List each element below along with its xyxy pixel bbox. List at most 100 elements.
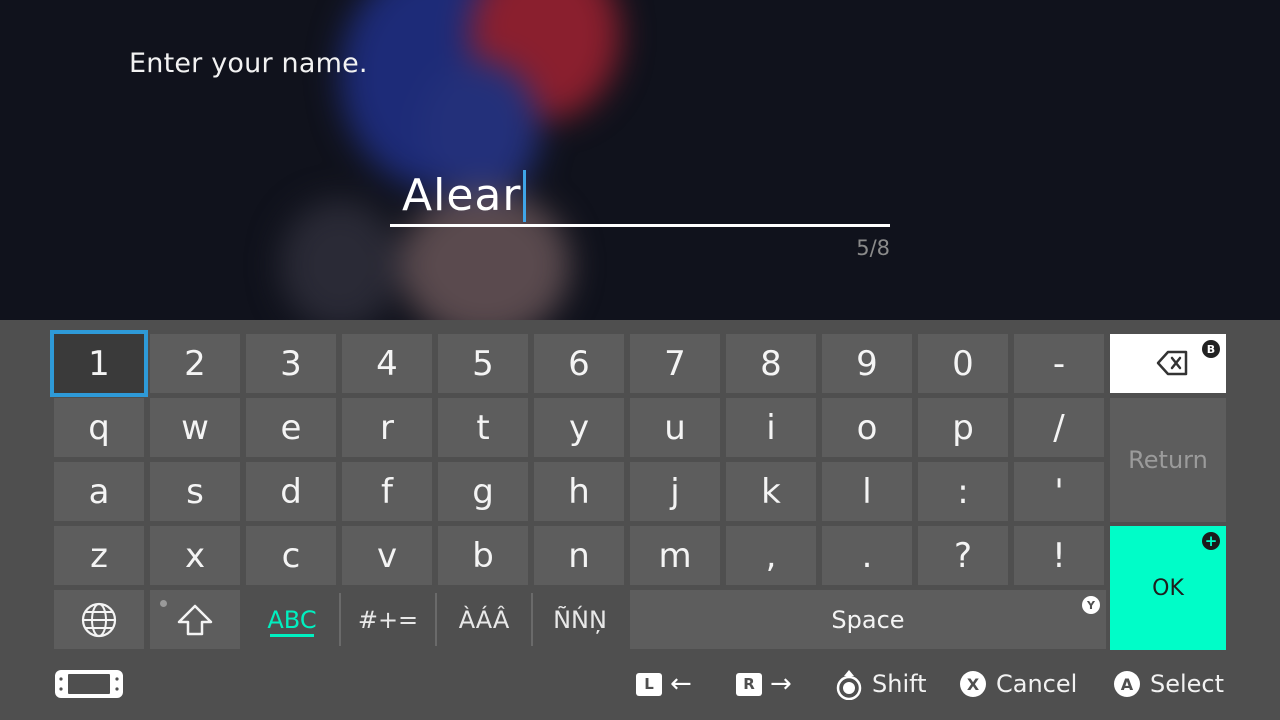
- key-a-10[interactable]: ': [1014, 462, 1104, 521]
- key-a-2[interactable]: d: [246, 462, 336, 521]
- arrow-left-icon: ←: [670, 669, 692, 699]
- space-key[interactable]: Space Y: [630, 590, 1106, 649]
- key-a-6[interactable]: j: [630, 462, 720, 521]
- key-z-9[interactable]: ?: [918, 526, 1008, 585]
- handheld-mode-indicator: [54, 668, 124, 700]
- key-label: ': [1054, 471, 1064, 512]
- key-numbers-6[interactable]: 7: [630, 334, 720, 393]
- key-z-6[interactable]: m: [630, 526, 720, 585]
- key-numbers-9[interactable]: 0: [918, 334, 1008, 393]
- key-a-8[interactable]: l: [822, 462, 912, 521]
- key-q-7[interactable]: i: [726, 398, 816, 457]
- key-label: o: [856, 407, 878, 448]
- mode-accents2-tab[interactable]: ÑŃŅ: [534, 590, 626, 649]
- key-q-4[interactable]: t: [438, 398, 528, 457]
- key-q-8[interactable]: o: [822, 398, 912, 457]
- key-label: n: [568, 535, 590, 576]
- key-label: 5: [472, 343, 494, 384]
- key-a-0[interactable]: a: [54, 462, 144, 521]
- b-button-badge: B: [1202, 340, 1220, 358]
- key-q-3[interactable]: r: [342, 398, 432, 457]
- key-z-1[interactable]: x: [150, 526, 240, 585]
- key-label: t: [476, 407, 490, 448]
- name-prompt: Enter your name.: [129, 48, 368, 79]
- cancel-hint-label: Cancel: [996, 670, 1078, 698]
- hint-shift: Shift: [834, 668, 927, 700]
- key-numbers-4[interactable]: 5: [438, 334, 528, 393]
- key-label: y: [568, 407, 590, 448]
- key-numbers-1[interactable]: 2: [150, 334, 240, 393]
- mode-accents-tab[interactable]: ÀÁÂ: [438, 590, 530, 649]
- return-label: Return: [1128, 446, 1208, 474]
- key-numbers-3[interactable]: 4: [342, 334, 432, 393]
- language-key[interactable]: [54, 590, 144, 649]
- key-numbers-7[interactable]: 8: [726, 334, 816, 393]
- background-scene: Enter your name. Alear 5/8: [0, 0, 1280, 320]
- ok-key[interactable]: OK +: [1110, 526, 1226, 650]
- key-a-3[interactable]: f: [342, 462, 432, 521]
- space-label: Space: [831, 605, 905, 634]
- key-z-5[interactable]: n: [534, 526, 624, 585]
- mode-symbols-tab[interactable]: #+=: [342, 590, 434, 649]
- key-q-1[interactable]: w: [150, 398, 240, 457]
- key-z-10[interactable]: !: [1014, 526, 1104, 585]
- hint-l-left: L ←: [636, 668, 692, 700]
- key-q-0[interactable]: q: [54, 398, 144, 457]
- key-numbers-5[interactable]: 6: [534, 334, 624, 393]
- key-numbers-10[interactable]: -: [1014, 334, 1104, 393]
- key-label: q: [88, 407, 110, 448]
- name-input-text: Alear: [402, 170, 522, 221]
- key-numbers-8[interactable]: 9: [822, 334, 912, 393]
- a-button-icon: A: [1114, 671, 1140, 697]
- y-button-badge: Y: [1082, 596, 1100, 614]
- key-label: h: [568, 471, 590, 512]
- l-button-icon: L: [636, 672, 662, 696]
- console-icon: [55, 670, 123, 698]
- character-count: 5/8: [856, 236, 890, 260]
- key-label: 7: [664, 343, 686, 384]
- plus-button-badge: +: [1202, 532, 1220, 550]
- hint-select: A Select: [1114, 668, 1224, 700]
- key-a-5[interactable]: h: [534, 462, 624, 521]
- key-label: p: [952, 407, 974, 448]
- shift-arrow-icon: [177, 604, 213, 635]
- backspace-key[interactable]: B: [1110, 334, 1226, 393]
- key-a-4[interactable]: g: [438, 462, 528, 521]
- key-q-5[interactable]: y: [534, 398, 624, 457]
- name-input[interactable]: Alear: [390, 166, 890, 227]
- mode-abc-tab[interactable]: ABC: [246, 590, 338, 649]
- key-label: !: [1052, 535, 1066, 576]
- key-z-4[interactable]: b: [438, 526, 528, 585]
- key-label: ?: [953, 535, 973, 576]
- key-label: k: [761, 471, 781, 512]
- globe-icon: [81, 602, 117, 637]
- mode-accents-label: ÀÁÂ: [458, 605, 510, 634]
- key-label: 3: [280, 343, 302, 384]
- key-label: x: [184, 535, 206, 576]
- key-z-8[interactable]: .: [822, 526, 912, 585]
- key-label: 4: [376, 343, 398, 384]
- shift-hint-label: Shift: [872, 670, 927, 698]
- key-label: f: [381, 471, 393, 512]
- key-z-0[interactable]: z: [54, 526, 144, 585]
- key-numbers-2[interactable]: 3: [246, 334, 336, 393]
- key-z-7[interactable]: ,: [726, 526, 816, 585]
- key-z-3[interactable]: v: [342, 526, 432, 585]
- arrow-right-icon: →: [770, 669, 792, 699]
- x-button-icon: X: [960, 671, 986, 697]
- key-q-10[interactable]: /: [1014, 398, 1104, 457]
- return-key[interactable]: Return: [1110, 398, 1226, 522]
- key-q-9[interactable]: p: [918, 398, 1008, 457]
- key-z-2[interactable]: c: [246, 526, 336, 585]
- key-a-9[interactable]: :: [918, 462, 1008, 521]
- key-label: /: [1053, 407, 1065, 448]
- key-label: g: [472, 471, 494, 512]
- key-q-2[interactable]: e: [246, 398, 336, 457]
- text-caret: [523, 170, 527, 222]
- shift-key[interactable]: [150, 590, 240, 649]
- key-label: m: [658, 535, 692, 576]
- key-a-1[interactable]: s: [150, 462, 240, 521]
- key-selected[interactable]: 1: [50, 330, 148, 397]
- key-q-6[interactable]: u: [630, 398, 720, 457]
- key-a-7[interactable]: k: [726, 462, 816, 521]
